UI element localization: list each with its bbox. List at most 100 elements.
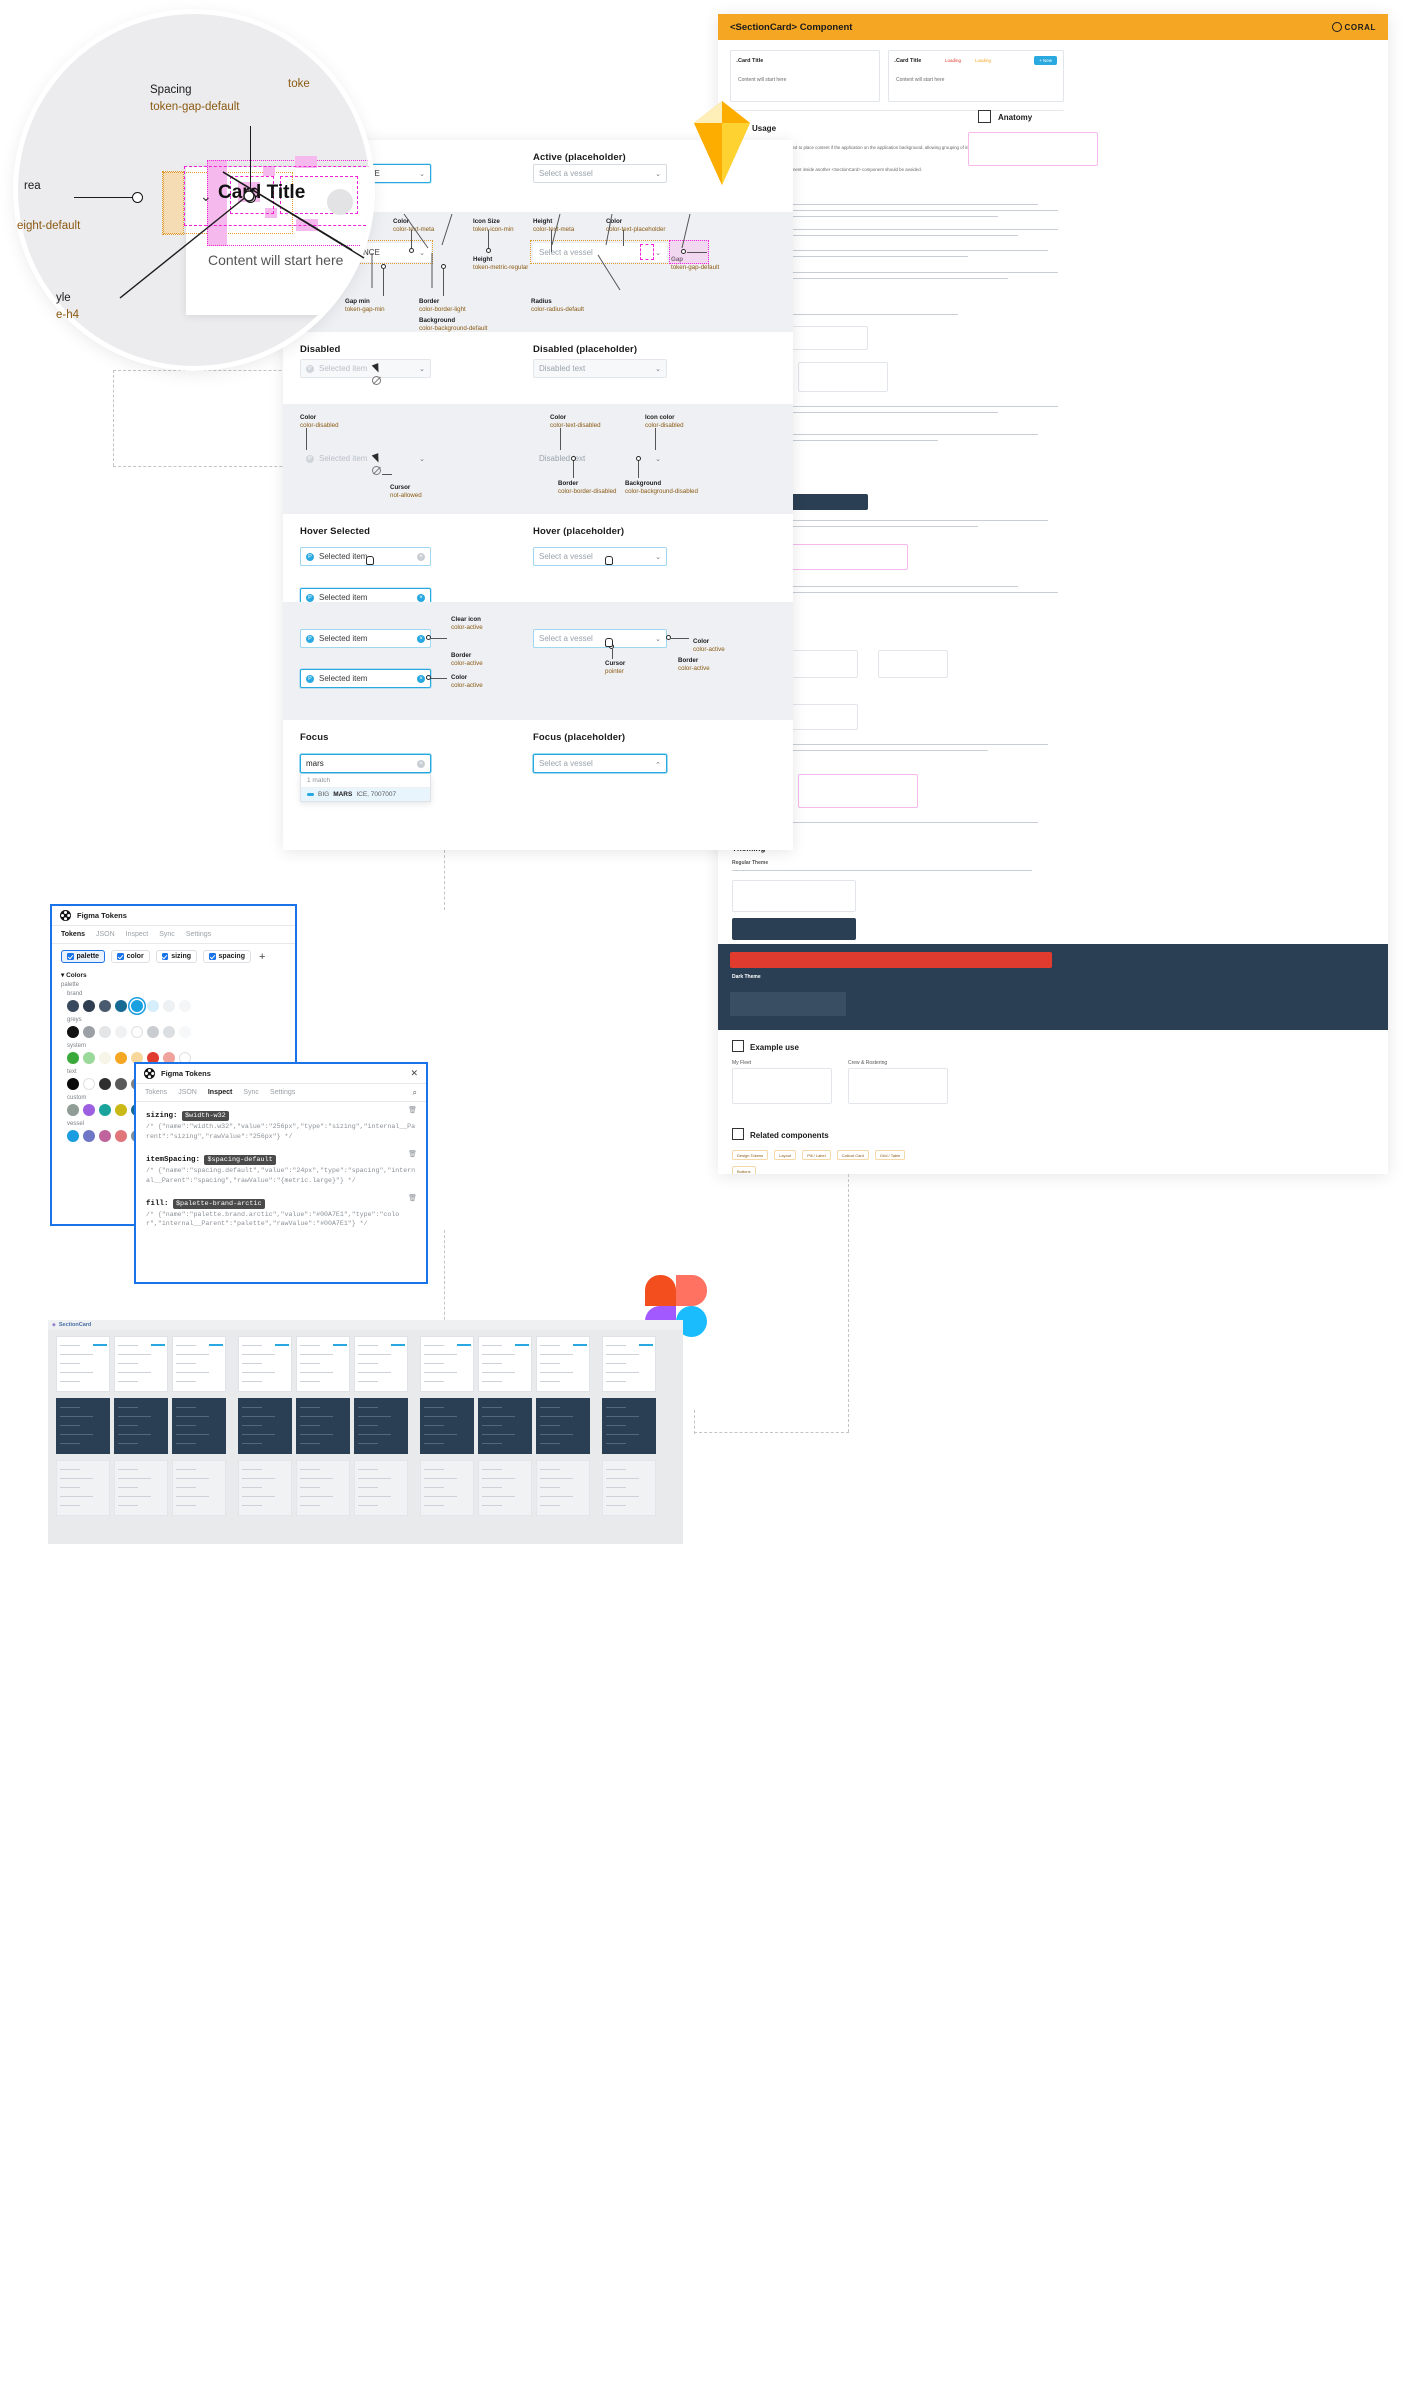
- figma-shape: [676, 1275, 707, 1306]
- color-swatch[interactable]: [115, 1078, 127, 1090]
- dropdown-item[interactable]: BIG MARS ICE, 7007007: [301, 788, 430, 801]
- color-swatch[interactable]: [83, 1026, 95, 1038]
- select-active-placeholder[interactable]: Select a vessel ⌄: [533, 164, 667, 183]
- trash-icon[interactable]: 🗑: [408, 1150, 417, 1158]
- pointer-hand-icon: [605, 556, 613, 565]
- tab-inspect[interactable]: Inspect: [126, 931, 149, 938]
- color-swatch[interactable]: [83, 1052, 95, 1064]
- color-swatch[interactable]: [67, 1078, 79, 1090]
- group-header[interactable]: ▾ Colors: [52, 969, 295, 980]
- color-swatch[interactable]: [115, 1104, 127, 1116]
- tab-settings[interactable]: Settings: [270, 1089, 295, 1096]
- doc-body-line: [758, 434, 1038, 436]
- annotation: Height token-metric-regular: [473, 256, 529, 272]
- board-card-line: [540, 1372, 573, 1374]
- related-chip[interactable]: Buttons: [732, 1166, 756, 1174]
- token-set-color[interactable]: color: [111, 950, 150, 963]
- color-swatch[interactable]: [147, 1026, 159, 1038]
- tab-settings[interactable]: Settings: [186, 931, 211, 938]
- tab-sync[interactable]: Sync: [243, 1089, 259, 1096]
- state-title: Focus (placeholder): [533, 732, 626, 743]
- color-swatch[interactable]: [83, 1000, 95, 1012]
- chevron-down-icon: ⌄: [735, 57, 740, 64]
- tab-json[interactable]: JSON: [96, 931, 115, 938]
- color-swatch-selected[interactable]: [131, 1000, 143, 1012]
- doc-body-line: [758, 520, 1048, 522]
- related-chip[interactable]: Design Tokens: [732, 1150, 769, 1160]
- doc-card-button[interactable]: + New: [1034, 56, 1057, 65]
- color-swatch[interactable]: [83, 1104, 95, 1116]
- color-swatch[interactable]: [115, 1052, 127, 1064]
- checkbox-icon[interactable]: [209, 953, 216, 960]
- select-hover-anno-right[interactable]: Select a vessel ⌄: [533, 629, 667, 648]
- close-icon[interactable]: ✕: [410, 1068, 418, 1079]
- color-swatch[interactable]: [115, 1026, 127, 1038]
- checkbox-icon[interactable]: [161, 953, 169, 960]
- color-swatch[interactable]: [67, 1000, 79, 1012]
- color-swatch[interactable]: [131, 1026, 143, 1038]
- color-swatch[interactable]: [179, 1026, 191, 1038]
- tab-tokens[interactable]: Tokens: [145, 1089, 167, 1096]
- color-swatch[interactable]: [147, 1000, 159, 1012]
- related-chip[interactable]: Grid / Table: [874, 1150, 906, 1160]
- doc-card-title: Card Title: [896, 58, 922, 64]
- color-swatch[interactable]: [179, 1000, 191, 1012]
- search-input-focus[interactable]: mars ×: [300, 754, 431, 773]
- board-card-line: [606, 1478, 639, 1480]
- color-swatch[interactable]: [99, 1052, 111, 1064]
- color-swatch[interactable]: [99, 1026, 111, 1038]
- token-set-palette[interactable]: palette: [61, 950, 106, 963]
- clear-icon[interactable]: ×: [417, 634, 425, 643]
- tab-sync[interactable]: Sync: [159, 931, 175, 938]
- related-chip[interactable]: Layout: [774, 1150, 797, 1160]
- token-set-sizing[interactable]: sizing: [155, 950, 198, 963]
- color-swatch[interactable]: [83, 1078, 95, 1090]
- board-card-line: [482, 1469, 502, 1471]
- tab-inspect[interactable]: Inspect: [208, 1089, 233, 1096]
- board-card-line: [118, 1425, 138, 1427]
- board-card-line: [118, 1416, 151, 1418]
- checkbox-icon[interactable]: [117, 953, 124, 960]
- plus-icon[interactable]: +: [259, 951, 265, 963]
- select-hover-placeholder[interactable]: Select a vessel ⌄: [533, 547, 667, 566]
- trash-icon[interactable]: 🗑: [408, 1106, 417, 1114]
- color-swatch[interactable]: [99, 1000, 111, 1012]
- related-chip[interactable]: Pill / Label: [802, 1150, 831, 1160]
- select-focus-placeholder[interactable]: Select a vessel ⌄: [533, 754, 667, 773]
- color-swatch[interactable]: [99, 1130, 111, 1142]
- board-card-line: [300, 1354, 333, 1356]
- doc-inline-card: [778, 544, 908, 570]
- clear-icon[interactable]: ×: [417, 674, 425, 683]
- color-swatch[interactable]: [163, 1026, 175, 1038]
- token-set-spacing[interactable]: spacing: [203, 950, 251, 963]
- color-swatch[interactable]: [67, 1052, 79, 1064]
- color-swatch[interactable]: [83, 1130, 95, 1142]
- clear-icon[interactable]: ×: [417, 552, 425, 561]
- trash-icon[interactable]: 🗑: [408, 1194, 417, 1202]
- select-hover-anno-1[interactable]: P Selected item ×: [300, 629, 431, 648]
- clear-icon[interactable]: ×: [417, 759, 425, 768]
- color-swatch[interactable]: [115, 1000, 127, 1012]
- board-card-line: [176, 1345, 196, 1347]
- tab-tokens[interactable]: Tokens: [61, 931, 85, 938]
- checkbox-icon[interactable]: [67, 953, 74, 960]
- color-swatch[interactable]: [67, 1104, 79, 1116]
- color-swatch[interactable]: [99, 1078, 111, 1090]
- color-swatch[interactable]: [67, 1026, 79, 1038]
- color-swatch[interactable]: [99, 1104, 111, 1116]
- brand-label: CORAL: [1344, 22, 1376, 32]
- tab-json[interactable]: JSON: [178, 1089, 197, 1096]
- related-chip[interactable]: Callout Card: [836, 1150, 869, 1160]
- play-icon: [732, 1040, 744, 1052]
- vessel-icon: P: [306, 674, 314, 683]
- board-card-line: [176, 1496, 209, 1498]
- select-hover-anno-2[interactable]: P Selected item ×: [300, 669, 431, 688]
- color-swatch[interactable]: [163, 1000, 175, 1012]
- color-swatch[interactable]: [67, 1130, 79, 1142]
- board-card: [602, 1460, 656, 1516]
- board-card-line: [176, 1416, 209, 1418]
- color-swatch[interactable]: [115, 1130, 127, 1142]
- clear-icon[interactable]: ×: [417, 593, 425, 602]
- board-card-line: [358, 1407, 378, 1409]
- search-icon[interactable]: ⌕: [413, 1088, 417, 1098]
